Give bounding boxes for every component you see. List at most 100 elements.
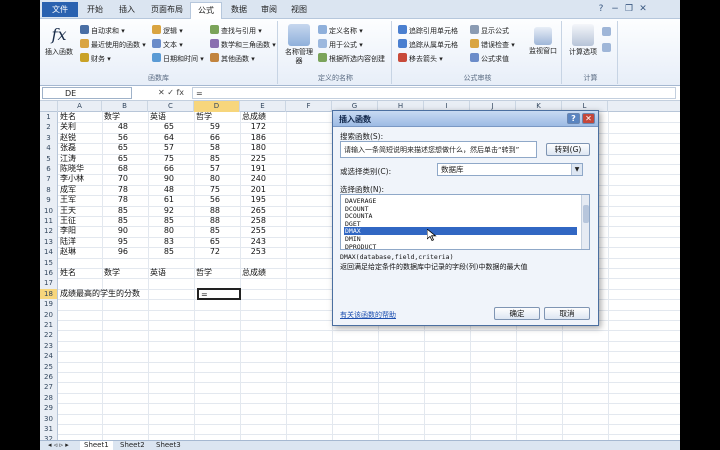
- cell-C9[interactable]: 61: [148, 195, 174, 205]
- cell-E8[interactable]: 201: [240, 185, 266, 195]
- cell-D7[interactable]: 80: [194, 174, 220, 184]
- use-in-formula-button[interactable]: 用于公式 ▾: [318, 39, 363, 51]
- create-from-selection-button[interactable]: 根据所选内容创建: [318, 53, 385, 65]
- error-checking-button[interactable]: 错误检查 ▾: [470, 39, 515, 51]
- cell-E10[interactable]: 265: [240, 206, 266, 216]
- cell-C8[interactable]: 48: [148, 185, 174, 195]
- cell-B1[interactable]: 数学: [104, 112, 120, 122]
- cell-A2[interactable]: 关利: [60, 122, 76, 132]
- row-header-21[interactable]: 21: [40, 320, 58, 331]
- row-header-25[interactable]: 25: [40, 361, 58, 372]
- row-header-8[interactable]: 8: [40, 184, 58, 196]
- row-header-27[interactable]: 27: [40, 382, 58, 393]
- cell-E2[interactable]: 172: [240, 122, 266, 132]
- cell-A6[interactable]: 陈晓华: [60, 164, 84, 174]
- cell-A13[interactable]: 陆洋: [60, 237, 76, 247]
- text-button[interactable]: 文本 ▾: [152, 39, 183, 51]
- cell-A8[interactable]: 成军: [60, 185, 76, 195]
- cell-C7[interactable]: 90: [148, 174, 174, 184]
- row-header-9[interactable]: 9: [40, 195, 58, 206]
- row-header-31[interactable]: 31: [40, 424, 58, 435]
- cell-E1[interactable]: 总成绩: [242, 112, 266, 122]
- cell-C5[interactable]: 75: [148, 154, 174, 164]
- cell-B3[interactable]: 56: [102, 133, 128, 143]
- cell-A7[interactable]: 李小林: [60, 174, 84, 184]
- row-header-19[interactable]: 19: [40, 299, 58, 310]
- remove-arrows-button[interactable]: 移去箭头 ▾: [398, 53, 443, 65]
- name-box[interactable]: DE: [42, 87, 132, 99]
- math-button[interactable]: 数学和三角函数 ▾: [210, 39, 276, 51]
- autosum-button[interactable]: 自动求和 ▾: [80, 25, 125, 37]
- tab-file[interactable]: 文件: [42, 2, 78, 17]
- row-header-4[interactable]: 4: [40, 143, 58, 154]
- cell-C11[interactable]: 85: [148, 216, 174, 226]
- tab-review[interactable]: 审阅: [254, 2, 284, 18]
- cell-A5[interactable]: 江涛: [60, 154, 76, 164]
- trace-precedents-button[interactable]: 追踪引用单元格: [398, 25, 458, 37]
- cell-E14[interactable]: 253: [240, 247, 266, 257]
- dialog-close-icon[interactable]: ✕: [582, 113, 595, 124]
- cell-B7[interactable]: 70: [102, 174, 128, 184]
- column-header-D[interactable]: D: [194, 101, 240, 112]
- help-icon[interactable]: ?: [596, 4, 606, 14]
- cell-D10[interactable]: 88: [194, 206, 220, 216]
- function-list[interactable]: DAVERAGE DCOUNT DCOUNTA DGET DMAX DMIN DPRODUC…: [340, 194, 590, 250]
- cell-C13[interactable]: 83: [148, 237, 174, 247]
- watch-window-button[interactable]: 监视窗口: [526, 27, 560, 56]
- row-header-18[interactable]: 18: [40, 288, 58, 300]
- help-question-icon[interactable]: ?: [567, 113, 580, 124]
- formula-input[interactable]: =: [192, 87, 676, 99]
- cell-E4[interactable]: 180: [240, 143, 266, 153]
- cell-A14[interactable]: 赵琳: [60, 247, 76, 257]
- cell-D9[interactable]: 56: [194, 195, 220, 205]
- tab-page-layout[interactable]: 页面布局: [144, 2, 190, 18]
- row-header-5[interactable]: 5: [40, 153, 58, 164]
- cell-E11[interactable]: 258: [240, 216, 266, 226]
- cell-B5[interactable]: 65: [102, 154, 128, 164]
- row-header-17[interactable]: 17: [40, 278, 58, 289]
- name-manager-button[interactable]: 名称管理器: [284, 24, 314, 66]
- cell-B8[interactable]: 78: [102, 185, 128, 195]
- cell-A9[interactable]: 王军: [60, 195, 76, 205]
- active-cell[interactable]: =: [197, 287, 241, 300]
- tab-insert[interactable]: 插入: [112, 2, 142, 18]
- calc-sheet-button[interactable]: [602, 43, 613, 55]
- cell-C16[interactable]: 英语: [150, 268, 166, 278]
- category-select[interactable]: 数据库 ▼: [437, 163, 583, 176]
- row-header-12[interactable]: 12: [40, 226, 58, 237]
- column-header-F[interactable]: F: [286, 101, 332, 112]
- financial-button[interactable]: 财务 ▾: [80, 53, 111, 65]
- cell-D1[interactable]: 哲学: [196, 112, 212, 122]
- cell-E7[interactable]: 240: [240, 174, 266, 184]
- row-header-2[interactable]: 2: [40, 122, 58, 133]
- cell-D6[interactable]: 57: [194, 164, 220, 174]
- cancel-button[interactable]: 取消: [544, 307, 590, 320]
- cell-B4[interactable]: 65: [102, 143, 128, 153]
- row-header-29[interactable]: 29: [40, 403, 58, 414]
- cell-D5[interactable]: 85: [194, 154, 220, 164]
- ok-button[interactable]: 确定: [494, 307, 540, 320]
- cell-E9[interactable]: 195: [240, 195, 266, 205]
- calc-options-button[interactable]: 计算选项: [566, 24, 600, 57]
- cell-D16[interactable]: 哲学: [196, 268, 212, 278]
- row-header-24[interactable]: 24: [40, 351, 58, 362]
- function-help-link[interactable]: 有关该函数的帮助: [340, 310, 396, 320]
- sheet-tab-1[interactable]: Sheet1: [80, 441, 113, 450]
- cell-C12[interactable]: 80: [148, 226, 174, 236]
- list-scrollbar[interactable]: [581, 195, 589, 249]
- go-button[interactable]: 转到(G): [546, 143, 590, 156]
- row-header-1[interactable]: 1: [40, 112, 58, 123]
- row-header-26[interactable]: 26: [40, 372, 58, 383]
- row-header-14[interactable]: 14: [40, 247, 58, 258]
- cell-C1[interactable]: 英语: [150, 112, 166, 122]
- cell-A16[interactable]: 姓名: [60, 268, 76, 278]
- minimize-icon[interactable]: −: [610, 4, 620, 14]
- chevron-down-icon[interactable]: ▼: [571, 164, 582, 175]
- sheet-tab-3[interactable]: Sheet3: [152, 441, 185, 450]
- column-header-E[interactable]: E: [240, 101, 286, 112]
- cell-C14[interactable]: 85: [148, 247, 174, 257]
- sheet-tab-2[interactable]: Sheet2: [116, 441, 149, 450]
- row-header-13[interactable]: 13: [40, 236, 58, 248]
- lookup-button[interactable]: 查找与引用 ▾: [210, 25, 262, 37]
- cell-C2[interactable]: 65: [148, 122, 174, 132]
